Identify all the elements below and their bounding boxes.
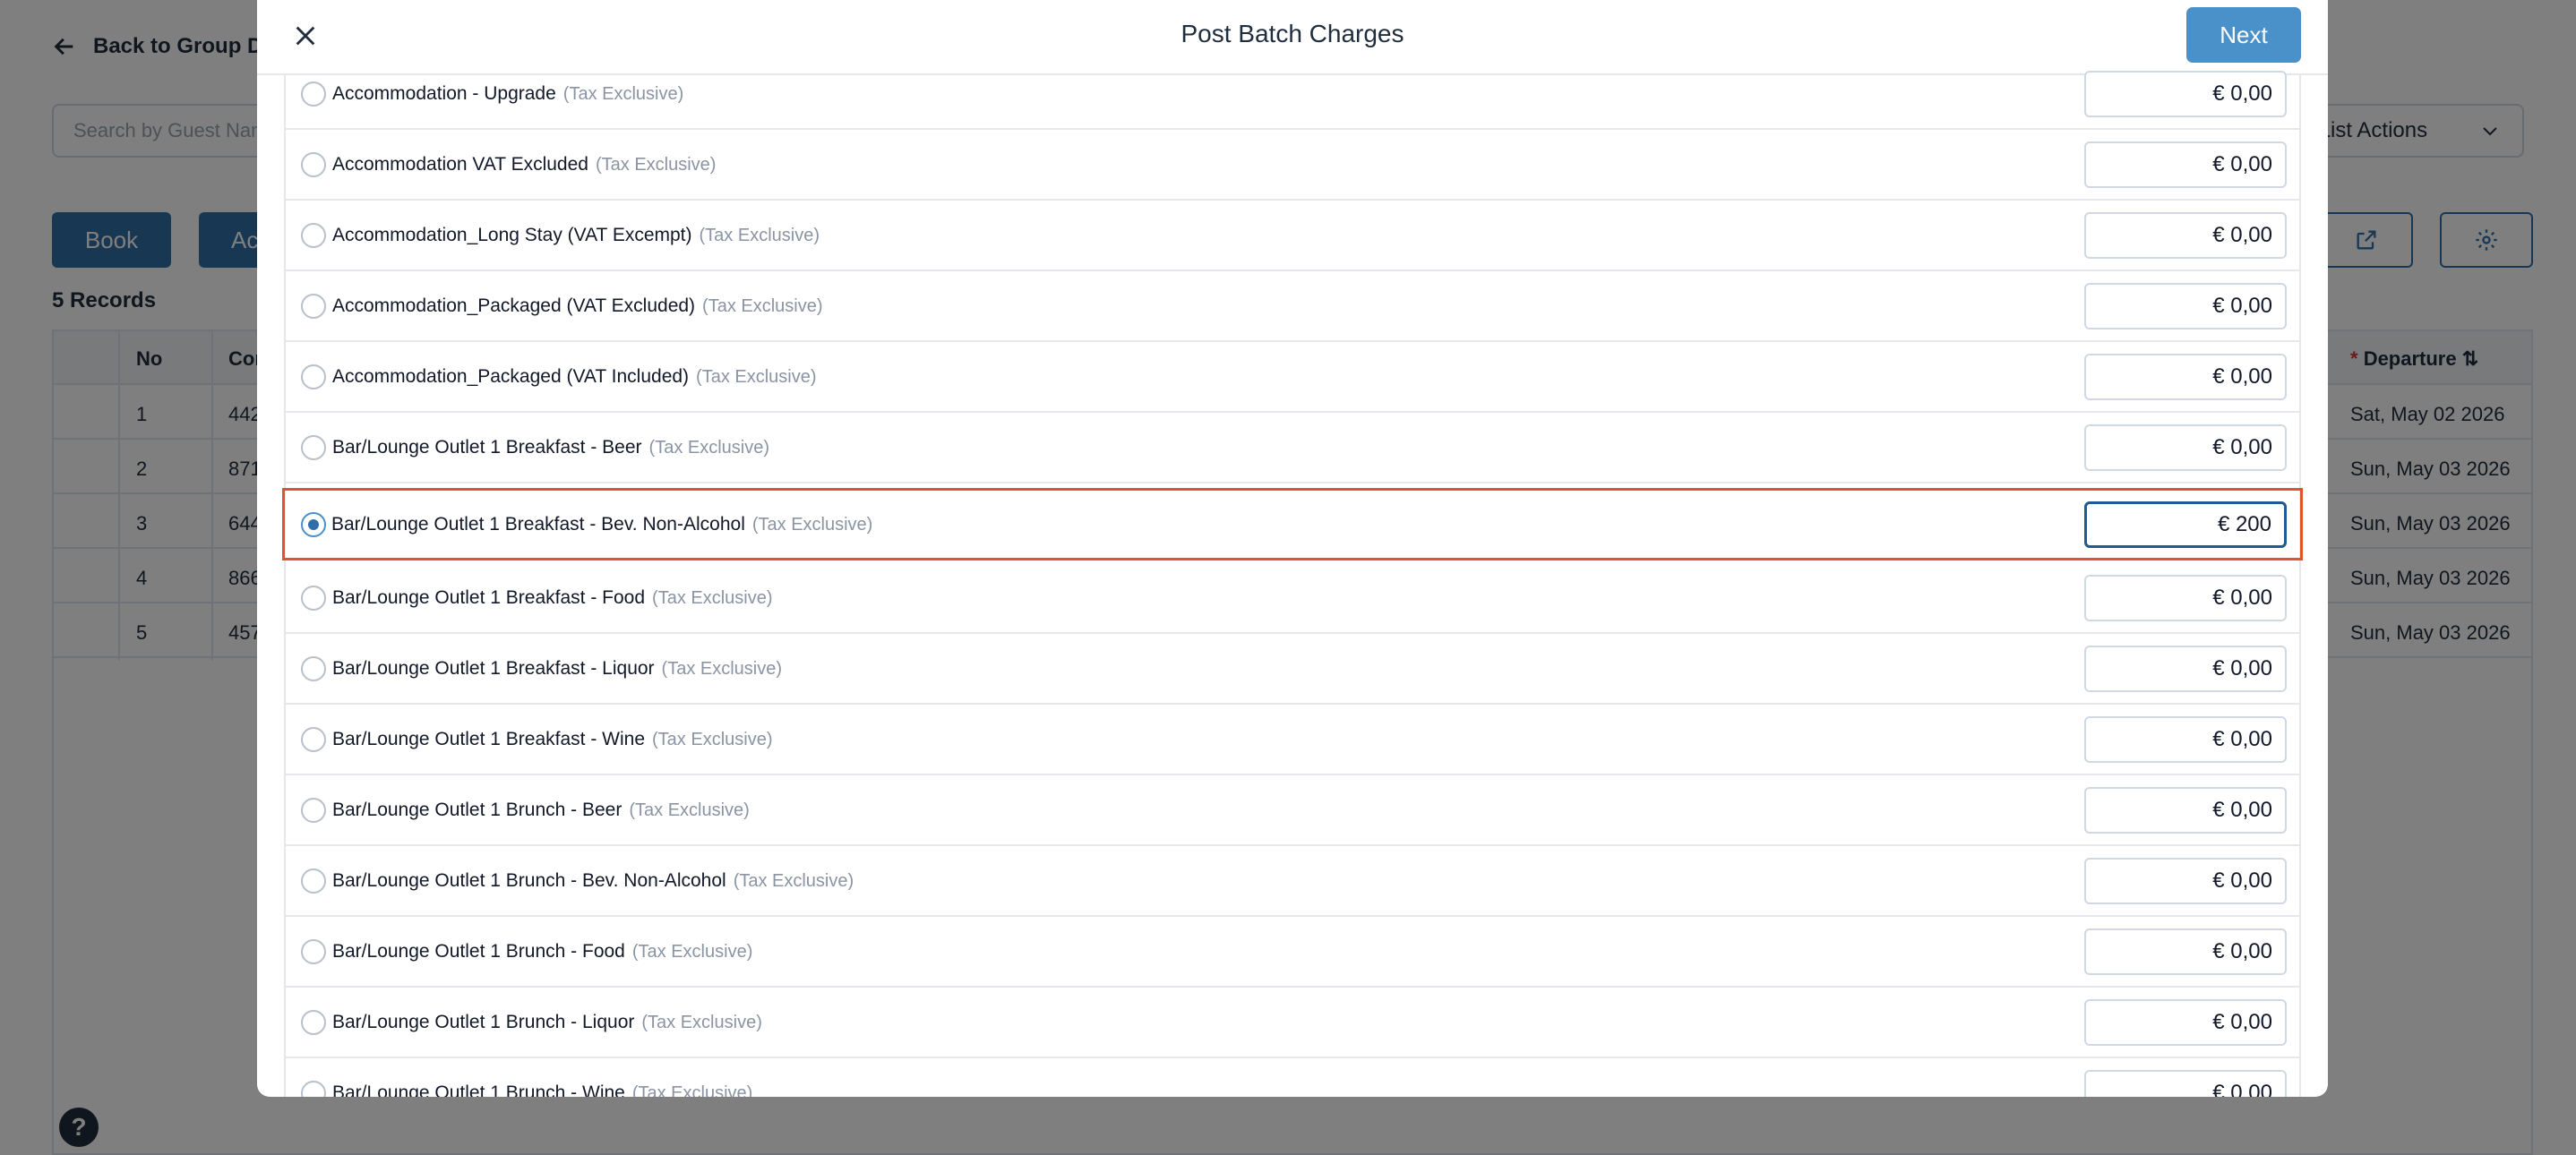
close-button[interactable] xyxy=(284,14,327,57)
charge-label: Bar/Lounge Outlet 1 Brunch - Wine (Tax Ex… xyxy=(332,1082,752,1098)
charge-radio[interactable] xyxy=(301,222,326,248)
amount-input[interactable]: € 0,00 xyxy=(2084,141,2287,188)
tax-type: (Tax Exclusive) xyxy=(629,800,750,820)
charge-radio[interactable] xyxy=(301,151,326,177)
charge-radio[interactable] xyxy=(301,938,326,964)
close-icon xyxy=(296,26,315,46)
charge-item[interactable]: Bar/Lounge Outlet 1 Breakfast - Beer (Tax… xyxy=(286,413,2299,483)
amount-input[interactable]: € 0,00 xyxy=(2084,574,2287,621)
tax-type: (Tax Exclusive) xyxy=(652,729,773,749)
charge-item[interactable]: Bar/Lounge Outlet 1 Breakfast - Food (Tax… xyxy=(286,563,2299,634)
tax-type: (Tax Exclusive) xyxy=(696,366,817,387)
charge-code-list: Accommodation - Upgrade (Tax Exclusive) €… xyxy=(282,70,2303,1097)
tax-type: (Tax Exclusive) xyxy=(595,154,717,175)
amount-input[interactable]: € 0,00 xyxy=(2084,282,2287,329)
charge-item[interactable]: Accommodation_Packaged (VAT Included) (Ta… xyxy=(286,342,2299,413)
charge-label: Accommodation - Upgrade (Tax Exclusive) xyxy=(332,82,684,104)
charge-radio[interactable] xyxy=(301,364,326,389)
charge-label: Bar/Lounge Outlet 1 Breakfast - Food (Tax… xyxy=(332,586,773,608)
charge-radio[interactable] xyxy=(301,585,326,611)
amount-input[interactable]: € 0,00 xyxy=(2084,1069,2287,1097)
amount-input[interactable]: € 0,00 xyxy=(2084,928,2287,975)
charge-item[interactable]: Accommodation_Packaged (VAT Excluded) (Ta… xyxy=(286,271,2299,342)
amount-input[interactable]: € 0,00 xyxy=(2084,70,2287,117)
tax-type: (Tax Exclusive) xyxy=(661,658,783,679)
charge-label: Accommodation_Packaged (VAT Included) (Ta… xyxy=(332,365,817,387)
charge-radio[interactable] xyxy=(301,797,326,823)
charge-item[interactable]: Bar/Lounge Outlet 1 Brunch - Bev. Non-Al… xyxy=(286,846,2299,917)
charge-radio[interactable] xyxy=(301,726,326,752)
charge-label: Bar/Lounge Outlet 1 Breakfast - Wine (Tax… xyxy=(332,728,773,749)
charge-item[interactable]: Accommodation VAT Excluded (Tax Exclusive… xyxy=(286,130,2299,201)
amount-input[interactable]: € 0,00 xyxy=(2084,786,2287,834)
charge-radio[interactable] xyxy=(301,293,326,319)
charge-radio[interactable] xyxy=(301,81,326,107)
charge-radio[interactable] xyxy=(301,868,326,894)
charge-item[interactable]: Accommodation - Upgrade (Tax Exclusive) €… xyxy=(286,59,2299,130)
charge-label: Bar/Lounge Outlet 1 Breakfast - Beer (Tax… xyxy=(332,436,770,458)
charge-radio-checked[interactable] xyxy=(301,511,326,537)
charge-item[interactable]: Bar/Lounge Outlet 1 Brunch - Liquor (Tax … xyxy=(286,988,2299,1058)
amount-input[interactable]: € 0,00 xyxy=(2084,998,2287,1046)
amount-input[interactable]: € 0,00 xyxy=(2084,211,2287,259)
charge-label: Accommodation_Long Stay (VAT Excempt) (Ta… xyxy=(332,224,820,245)
charge-item[interactable]: Bar/Lounge Outlet 1 Brunch - Wine (Tax Ex… xyxy=(286,1058,2299,1097)
charge-label: Bar/Lounge Outlet 1 Brunch - Bev. Non-Al… xyxy=(332,869,854,891)
charge-label: Bar/Lounge Outlet 1 Brunch - Food (Tax Ex… xyxy=(332,940,753,962)
charge-item[interactable]: Bar/Lounge Outlet 1 Breakfast - Liquor (T… xyxy=(286,634,2299,705)
charge-item[interactable]: Bar/Lounge Outlet 1 Breakfast - Wine (Tax… xyxy=(286,705,2299,775)
amount-input-focused[interactable]: € 200 xyxy=(2084,500,2287,548)
charge-radio[interactable] xyxy=(301,1009,326,1035)
charge-label: Accommodation VAT Excluded (Tax Exclusive… xyxy=(332,153,717,175)
amount-input[interactable]: € 0,00 xyxy=(2084,715,2287,763)
tax-type: (Tax Exclusive) xyxy=(699,225,820,245)
charge-label: Accommodation_Packaged (VAT Excluded) (Ta… xyxy=(332,295,823,316)
tax-type: (Tax Exclusive) xyxy=(648,437,770,458)
charge-item[interactable]: Bar/Lounge Outlet 1 Brunch - Beer (Tax Ex… xyxy=(286,775,2299,846)
charge-label: Bar/Lounge Outlet 1 Breakfast - Bev. Non… xyxy=(331,513,873,535)
charge-label: Bar/Lounge Outlet 1 Brunch - Liquor (Tax … xyxy=(332,1011,762,1032)
tax-type: (Tax Exclusive) xyxy=(751,514,873,535)
tax-type: (Tax Exclusive) xyxy=(652,587,773,608)
charge-radio[interactable] xyxy=(301,434,326,460)
charge-item[interactable]: Bar/Lounge Outlet 1 Brunch - Food (Tax Ex… xyxy=(286,917,2299,988)
tax-type: (Tax Exclusive) xyxy=(733,870,854,891)
tax-type: (Tax Exclusive) xyxy=(631,1082,753,1098)
modal-title: Post Batch Charges xyxy=(1181,20,1404,47)
post-batch-charges-modal: Post Batch Charges Next Accommodation - … xyxy=(257,0,2328,1097)
amount-input[interactable]: € 0,00 xyxy=(2084,353,2287,400)
charge-item-selected[interactable]: Bar/Lounge Outlet 1 Breakfast - Bev. Non… xyxy=(282,488,2303,560)
charge-radio[interactable] xyxy=(301,1080,326,1097)
tax-type: (Tax Exclusive) xyxy=(631,941,753,962)
amount-input[interactable]: € 0,00 xyxy=(2084,857,2287,904)
amount-input[interactable]: € 0,00 xyxy=(2084,645,2287,692)
tax-type: (Tax Exclusive) xyxy=(702,295,823,316)
charge-item[interactable]: Accommodation_Long Stay (VAT Excempt) (Ta… xyxy=(286,201,2299,271)
tax-type: (Tax Exclusive) xyxy=(562,83,684,104)
charge-radio[interactable] xyxy=(301,655,326,681)
next-button[interactable]: Next xyxy=(2186,7,2301,63)
charge-label: Bar/Lounge Outlet 1 Breakfast - Liquor (T… xyxy=(332,657,783,679)
charge-label: Bar/Lounge Outlet 1 Brunch - Beer (Tax Ex… xyxy=(332,799,750,820)
tax-type: (Tax Exclusive) xyxy=(641,1012,762,1032)
amount-input[interactable]: € 0,00 xyxy=(2084,424,2287,471)
